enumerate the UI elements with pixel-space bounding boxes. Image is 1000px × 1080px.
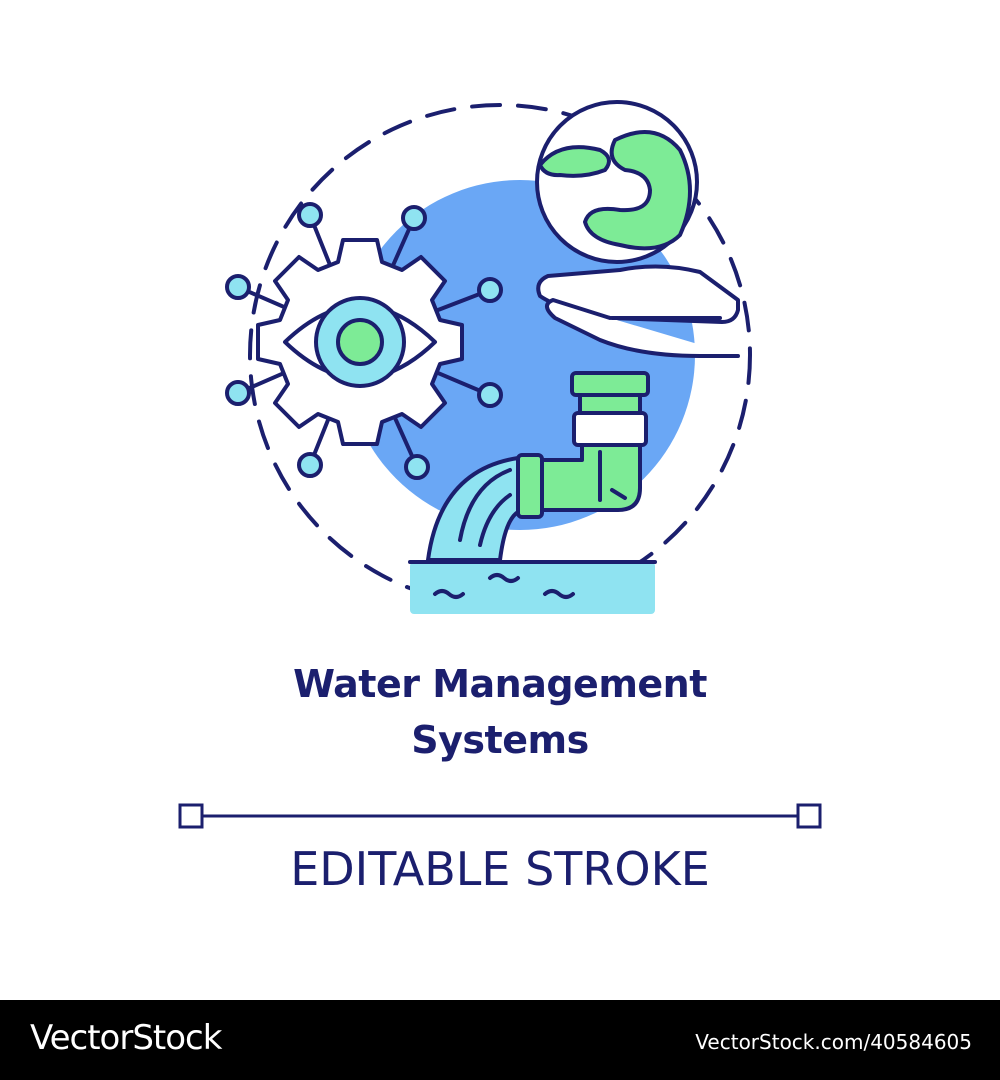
title-line-2: Systems bbox=[411, 718, 589, 762]
title-line-1: Water Management bbox=[293, 662, 707, 706]
image-id: VectorStock.com/40584605 bbox=[695, 1030, 972, 1054]
globe-icon bbox=[535, 100, 699, 264]
editable-stroke-label: EDITABLE STROKE bbox=[290, 842, 710, 896]
vectorstock-logo: VectorStock bbox=[30, 1018, 222, 1058]
divider-line bbox=[178, 803, 822, 829]
water-icon bbox=[408, 560, 657, 614]
watermark-footer: VectorStock VectorStock.com/40584605 bbox=[0, 1000, 1000, 1080]
concept-illustration bbox=[225, 100, 752, 614]
